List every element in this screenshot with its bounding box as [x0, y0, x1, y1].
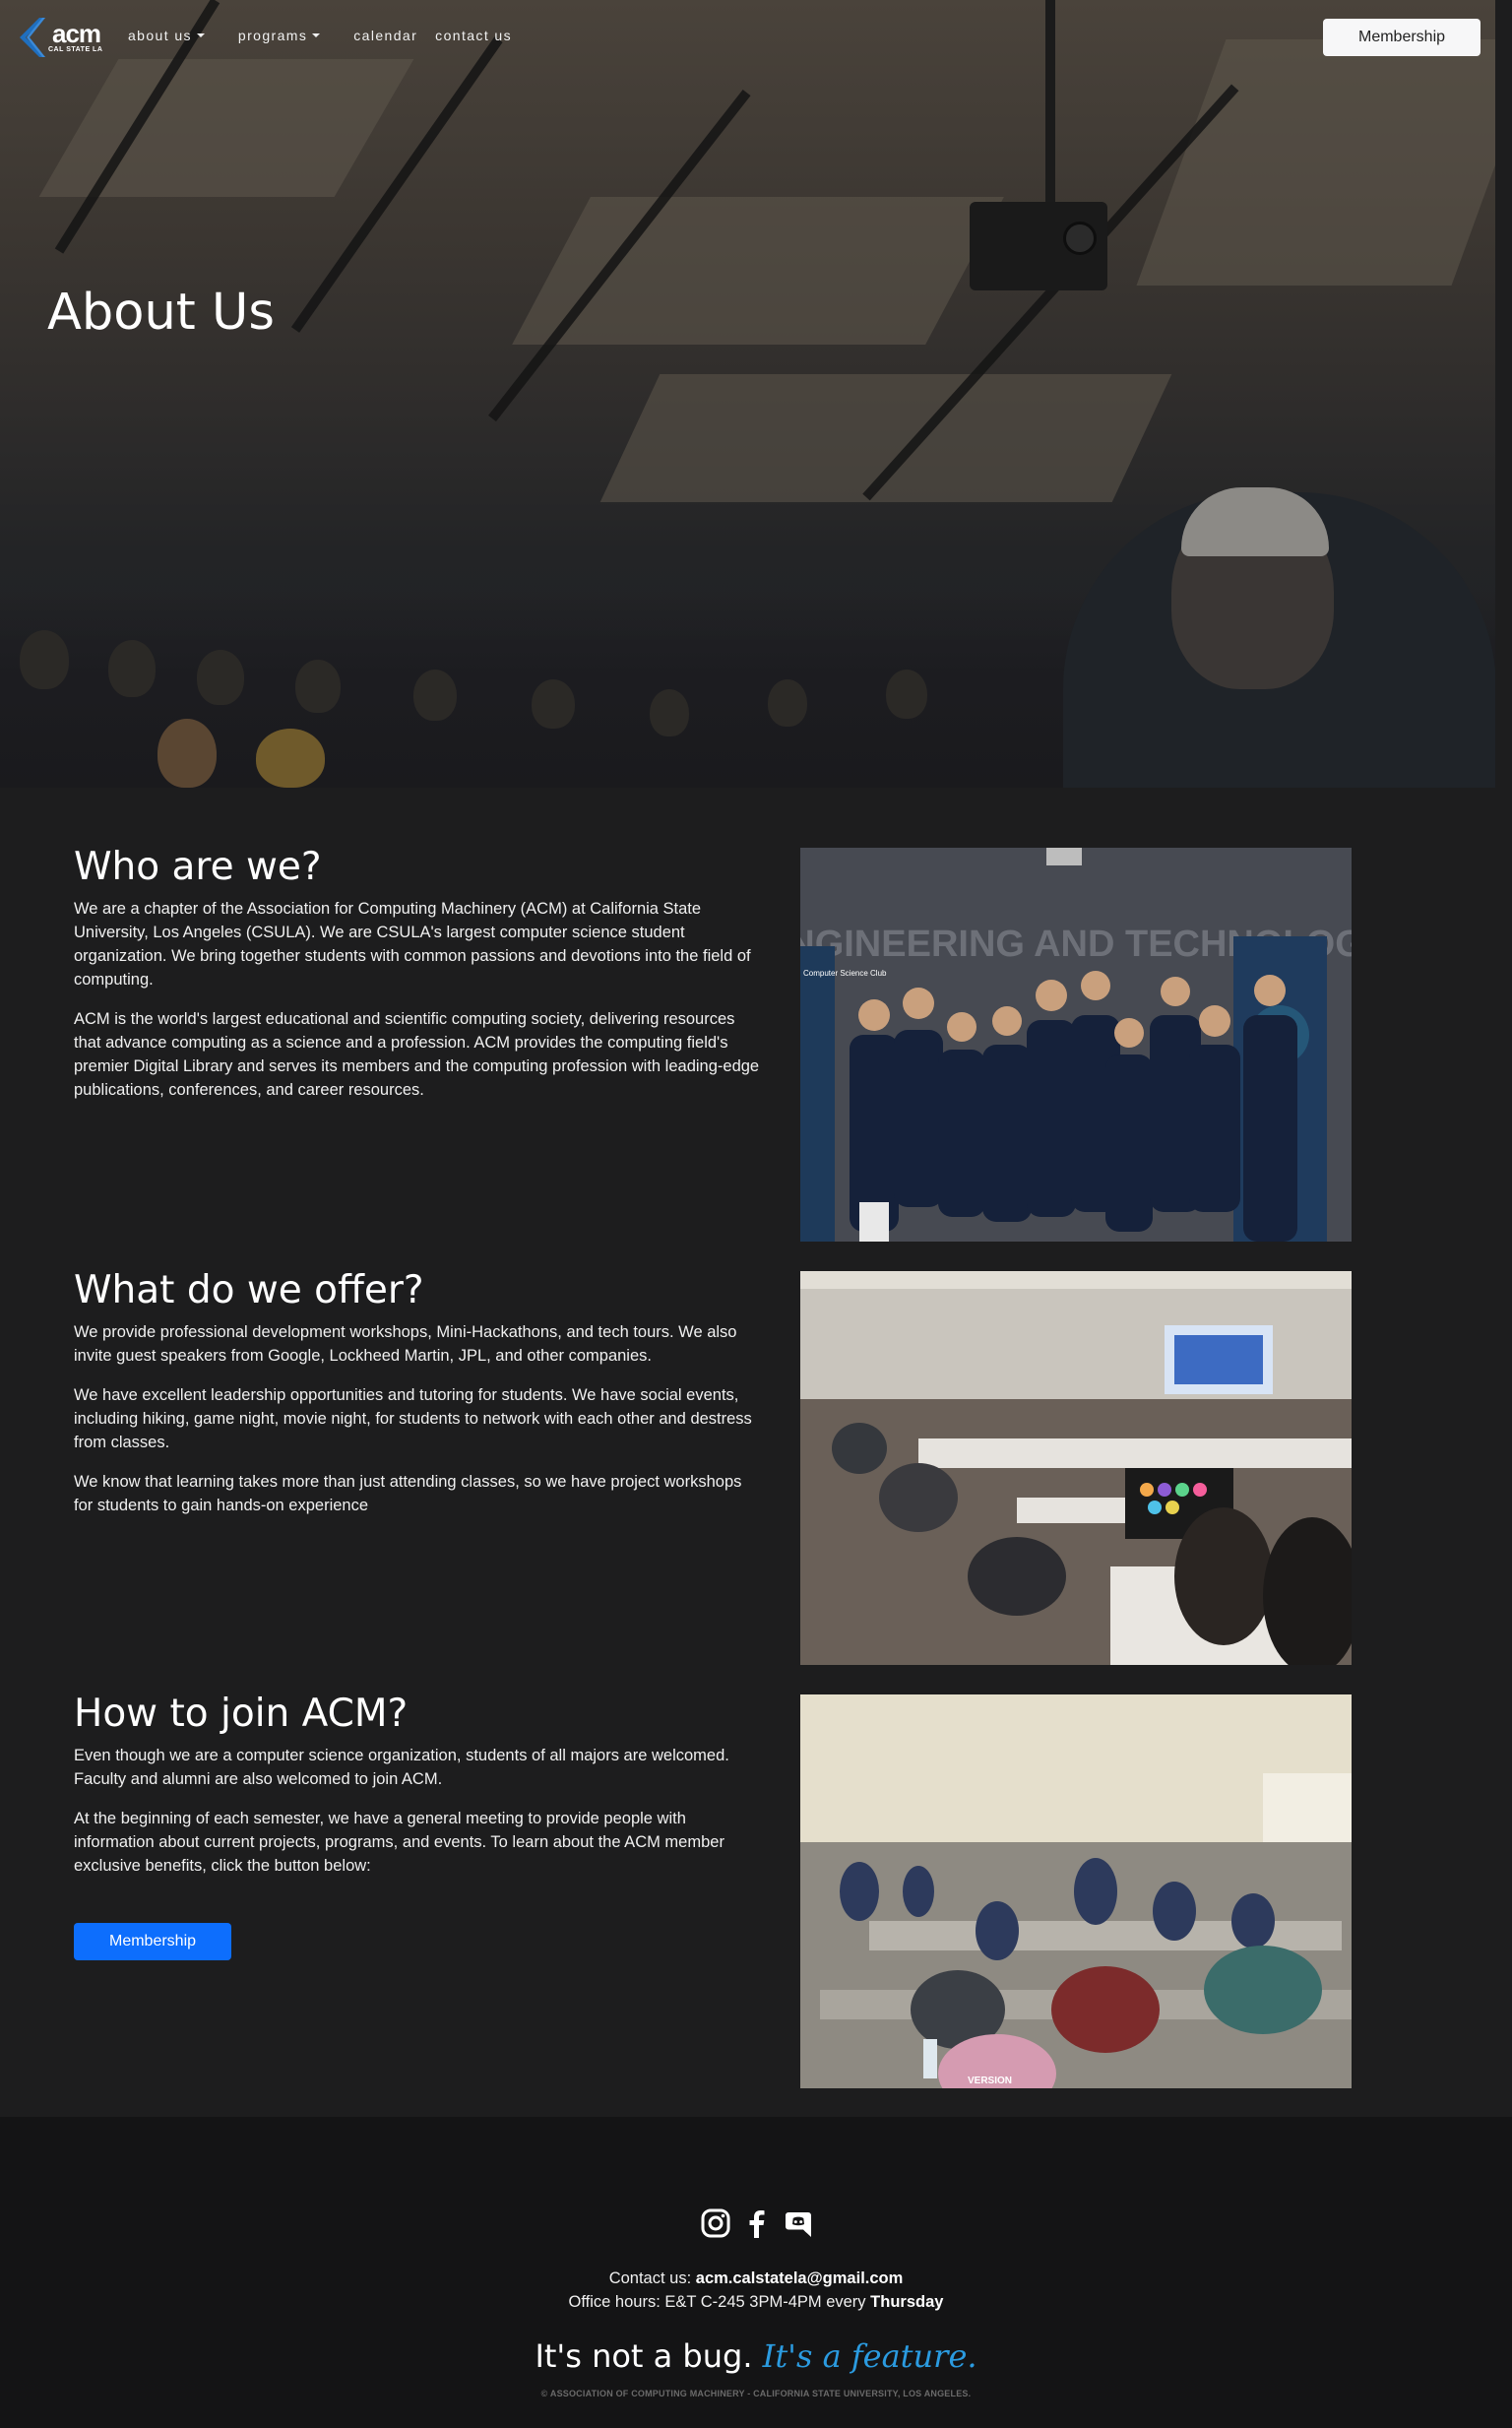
tagline-plain: It's not a bug. [535, 2337, 753, 2375]
membership-button-nav[interactable]: Membership [1323, 19, 1480, 56]
nav-calendar-label: calendar [353, 28, 418, 43]
section-heading: What do we offer? [74, 1268, 424, 1312]
ceiling-panel [38, 59, 414, 197]
section-what-we-offer: What do we offer? We provide professiona… [74, 1268, 763, 1533]
audience-head [20, 630, 69, 689]
membership-button[interactable]: Membership [74, 1923, 231, 1960]
audience-head [650, 689, 689, 736]
nav-about-us-label: about us [128, 28, 192, 43]
contact-line: Contact us: acm.calstatela@gmail.com [0, 2267, 1512, 2290]
nav-links: about us programs calendar contact us [128, 28, 530, 43]
section-heading: Who are we? [74, 845, 322, 889]
nav-programs-label: programs [237, 28, 308, 43]
nav-contact-us[interactable]: contact us [435, 28, 512, 43]
top-navbar: acm CAL STATE LA about us programs calen… [0, 0, 1512, 75]
discord-icon[interactable] [783, 2207, 814, 2239]
audience-head [413, 670, 457, 721]
section-paragraph: ACM is the world's largest educational a… [74, 1010, 760, 1099]
hero-banner [0, 0, 1495, 788]
nav-programs[interactable]: programs [237, 28, 321, 43]
section-paragraph: We are a chapter of the Association for … [74, 900, 751, 989]
general-meeting-photo: VERSION [800, 1694, 1352, 2088]
logo-text: acm [52, 19, 101, 48]
copyright: © ASSOCIATION OF COMPUTING MACHINERY - C… [540, 2389, 972, 2398]
projector-lens [1063, 222, 1097, 255]
ceiling-panel [1136, 39, 1495, 286]
section-paragraph: We have excellent leadership opportuniti… [74, 1386, 752, 1451]
section-how-to-join: How to join ACM? Even though we are a co… [74, 1692, 763, 1893]
section-heading: How to join ACM? [74, 1692, 409, 1736]
page-title: About Us [47, 284, 275, 342]
tagline-accent: It's a feature. [762, 2337, 977, 2375]
acm-logo[interactable]: acm CAL STATE LA [16, 16, 102, 59]
audience-head [768, 679, 807, 727]
office-hours-day: Thursday [870, 2293, 944, 2311]
section-paragraph: We know that learning takes more than ju… [74, 1473, 742, 1514]
facebook-icon[interactable] [741, 2207, 773, 2239]
audience-head [886, 670, 927, 719]
banner-text: Computer Science Club [803, 969, 887, 978]
contact-info: Contact us: acm.calstatela@gmail.com Off… [0, 2267, 1512, 2314]
instagram-icon[interactable] [700, 2207, 731, 2239]
contact-label: Contact us: [608, 2269, 692, 2287]
contact-email[interactable]: acm.calstatela@gmail.com [696, 2269, 904, 2287]
team-photo: ENGINEERING AND TECHNOLOGY Computer Scie… [800, 848, 1352, 1242]
caret-down-icon [196, 33, 205, 37]
section-who-are-we: Who are we? We are a chapter of the Asso… [74, 845, 763, 1118]
audience-head [295, 660, 341, 713]
ceiling-panel [599, 374, 1172, 502]
nav-contact-us-label: contact us [435, 28, 512, 43]
audience-head [158, 719, 217, 788]
tagline: It's not a bug. It's a feature. [0, 2337, 1512, 2375]
section-paragraph: Even though we are a computer science or… [74, 1747, 729, 1788]
audience-head [532, 679, 575, 729]
logo-subtitle: CAL STATE LA [48, 46, 103, 53]
nav-calendar[interactable]: calendar [353, 28, 417, 43]
nav-about-us[interactable]: about us [128, 28, 205, 43]
section-paragraph: We provide professional development work… [74, 1323, 737, 1365]
social-links [700, 2207, 814, 2239]
office-hours-label: Office hours: E&T C-245 3PM-4PM every [568, 2293, 866, 2311]
ceiling-panel [512, 197, 1004, 345]
office-hours-line: Office hours: E&T C-245 3PM-4PM every Th… [0, 2290, 1512, 2314]
shirt-text: VERSION [968, 2076, 1012, 2086]
workshop-photo [800, 1271, 1352, 1665]
caret-down-icon [312, 33, 321, 37]
audience-head [256, 729, 325, 788]
section-paragraph: At the beginning of each semester, we ha… [74, 1810, 724, 1875]
audience-head [108, 640, 156, 697]
audience-head [197, 650, 244, 705]
